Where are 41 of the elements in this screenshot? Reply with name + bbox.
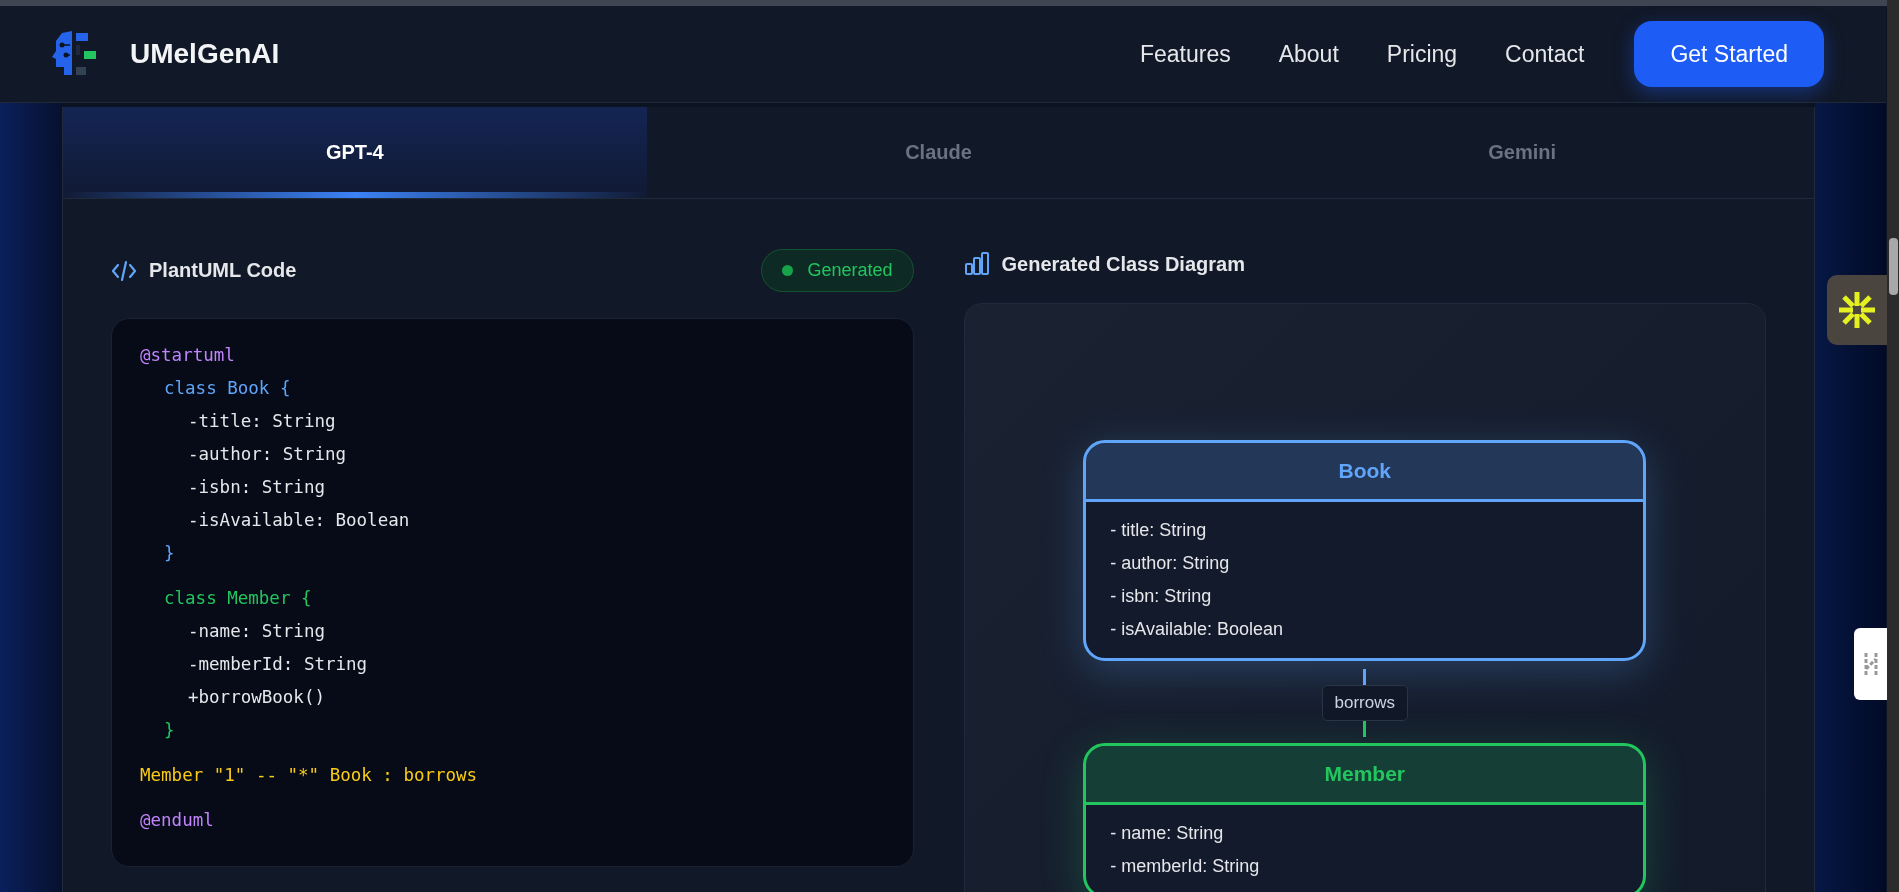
code-icon [111,259,137,282]
model-tab[interactable]: Claude [646,107,1231,198]
class-attribute: - isbn: String [1110,585,1213,608]
dashed-lines-icon [1862,651,1879,677]
class-attribute: - isAvailable: Boolean [1110,618,1285,641]
class-name: Member [1324,762,1405,786]
relation-label: borrows [1321,685,1408,721]
code-line: -isbn: String [187,476,326,499]
class-attribute: - name: String [1110,822,1225,845]
bar-chart-icon [963,252,990,276]
code-line: -memberId: String [187,653,369,676]
class-name: Book [1338,459,1391,483]
nav-link[interactable]: Contact [1505,40,1585,68]
code-line: } [163,719,176,742]
code-line: -author: String [187,443,348,466]
panel-title: PlantUML Code [149,259,297,282]
floating-widget[interactable] [1827,275,1887,345]
nav-link[interactable]: Pricing [1386,40,1458,68]
code-line: Member "1" -- "*" Book : borrows [140,764,479,787]
class-attribute: - author: String [1110,552,1231,575]
panel-title: Generated Class Diagram [1001,252,1245,276]
code-line: class Book { [163,377,292,400]
class-attribute: - title: String [1110,519,1208,542]
nav-link[interactable]: Features [1139,40,1231,68]
code-line: class Member { [163,587,313,610]
status-badge: Generated [761,249,914,292]
code-line: -title: String [187,410,337,433]
nav-link[interactable]: About [1278,40,1339,68]
code-line: @enduml [140,809,215,832]
get-started-button[interactable]: Get Started [1634,21,1824,87]
class-attribute: - memberId: String [1110,855,1261,878]
code-line: } [163,542,176,565]
model-tab[interactable]: Gemini [1230,107,1814,198]
code-line: -isAvailable: Boolean [187,509,411,532]
model-tab[interactable]: GPT-4 [63,107,647,198]
asterisk-icon [1837,290,1877,330]
scrollbar[interactable] [1887,0,1899,892]
code-line: -name: String [187,620,326,643]
code-line: @startuml [140,344,236,367]
brand-name: UMelGenAI [130,38,280,70]
code-line: +borrowBook() [187,686,326,709]
